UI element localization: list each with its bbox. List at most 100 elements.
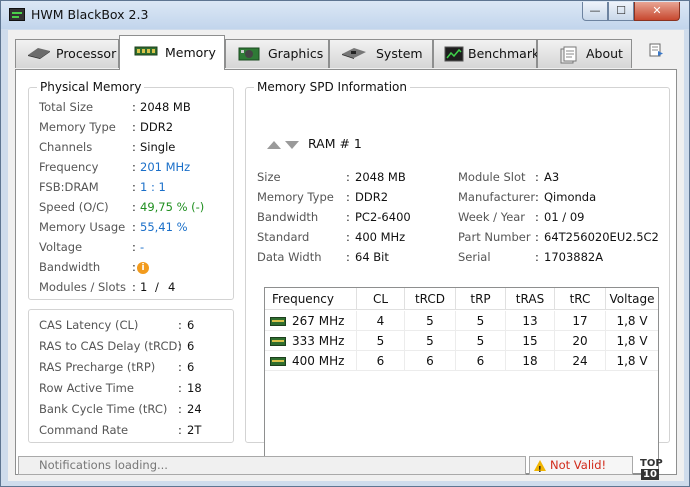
cpu-icon xyxy=(28,48,50,59)
row-sep: : xyxy=(132,180,136,194)
tab-processor[interactable]: Processor xyxy=(15,39,119,68)
motherboard-icon xyxy=(342,48,366,59)
tab-label: Benchmark xyxy=(468,46,540,61)
row-label: Total Size xyxy=(39,100,94,114)
row-label: Bandwidth xyxy=(39,260,101,274)
ram-prev-arrow-icon[interactable] xyxy=(267,141,281,149)
row-value: 400 MHz xyxy=(355,230,406,244)
cell-text: 400 MHz xyxy=(292,354,345,368)
row-label: Command Rate xyxy=(39,423,129,437)
cell-text: 267 MHz xyxy=(292,314,345,328)
row-label: Bandwidth xyxy=(257,210,319,224)
info-row: Speed (O/C) : 49,75 % (-) xyxy=(39,197,229,217)
row-label: Data Width xyxy=(257,250,322,264)
app-icon xyxy=(9,8,25,21)
timings-group: CAS Latency (CL) : 6 RAS to CAS Delay (t… xyxy=(28,309,234,443)
row-value: 2048 MB xyxy=(355,170,406,184)
row-sep: : xyxy=(535,250,539,264)
info-row: Memory Usage : 55,41 % xyxy=(39,217,229,237)
table-header[interactable]: Voltage xyxy=(606,288,658,310)
info-row: Memory Type : DDR2 xyxy=(257,187,447,207)
row-label: Memory Usage xyxy=(39,220,126,234)
row-value-2: 4 xyxy=(168,280,176,294)
row-value: 1 xyxy=(140,280,148,294)
table-header[interactable]: Frequency xyxy=(265,288,357,310)
info-row: Voltage : - xyxy=(39,237,229,257)
benchmark-chart-icon xyxy=(444,46,464,62)
row-value: 64T256020EU2.5C2 xyxy=(544,230,659,244)
table-cell: 5 xyxy=(405,311,456,331)
close-button[interactable]: ✕ xyxy=(634,2,680,21)
row-sep: : xyxy=(535,170,539,184)
row-label: Module Slot xyxy=(458,170,526,184)
memory-chip-icon xyxy=(270,317,286,326)
about-info-icon xyxy=(560,46,577,64)
table-cell: 1,8 V xyxy=(606,351,658,371)
info-row: Frequency : 201 MHz xyxy=(39,157,229,177)
tab-label: Memory xyxy=(165,45,216,60)
row-label: FSB:DRAM xyxy=(39,180,99,194)
export-report-icon[interactable] xyxy=(648,42,664,58)
row-label: CAS Latency (CL) xyxy=(39,318,139,332)
table-header[interactable]: tRCD xyxy=(405,288,456,310)
row-label: Standard xyxy=(257,230,310,244)
table-cell: 5 xyxy=(405,331,456,351)
row-label: Size xyxy=(257,170,281,184)
info-row: Modules / Slots : 1 / 4 xyxy=(39,277,229,297)
table-cell: 1,8 V xyxy=(606,331,658,351)
table-header[interactable]: tRAS xyxy=(506,288,555,310)
ram-next-arrow-icon[interactable] xyxy=(285,141,299,149)
table-cell: 18 xyxy=(506,351,555,371)
top10-logo[interactable]: TOP10 xyxy=(640,458,678,480)
info-row: RAS Precharge (tRP) : 6 xyxy=(39,357,229,377)
tab-benchmark[interactable]: Benchmark xyxy=(433,39,540,68)
row-label: Row Active Time xyxy=(39,381,134,395)
tab-strip: Processor Memory Graphics System Benchma… xyxy=(8,30,684,70)
row-value: 1 : 1 xyxy=(140,180,166,194)
client-area: Processor Memory Graphics System Benchma… xyxy=(8,30,684,481)
row-sep: : xyxy=(535,210,539,224)
info-row: Bank Cycle Time (tRC) : 24 xyxy=(39,399,229,419)
info-row: Data Width : 64 Bit xyxy=(257,247,447,267)
row-value: 55,41 % xyxy=(140,220,188,234)
info-row: Bandwidth : PC2-6400 xyxy=(257,207,447,227)
info-row: RAS to CAS Delay (tRCD) : 6 xyxy=(39,336,229,356)
row-sep: : xyxy=(346,230,350,244)
tab-graphics[interactable]: Graphics xyxy=(225,39,329,68)
row-value: 49,75 % (-) xyxy=(140,200,205,214)
row-sep: : xyxy=(535,190,539,204)
tab-about[interactable]: About xyxy=(537,39,632,68)
row-value: 6 xyxy=(187,360,195,374)
row-label: Memory Type xyxy=(39,120,116,134)
row-value: 6 xyxy=(187,339,195,353)
table-header[interactable]: CL xyxy=(357,288,405,310)
row-sep: : xyxy=(132,240,136,254)
row-sep: : xyxy=(346,190,350,204)
group-title: Memory SPD Information xyxy=(254,80,410,94)
tab-memory[interactable]: Memory xyxy=(119,35,225,70)
ram-selector: RAM # 1 xyxy=(267,136,377,156)
memory-panel: Physical Memory Total Size : 2048 MB Mem… xyxy=(15,69,677,475)
info-row: Manufacturer : Qimonda xyxy=(458,187,668,207)
row-sep: : xyxy=(132,140,136,154)
top10-text: TOP xyxy=(640,458,663,469)
spd-timings-table[interactable]: Frequency CL tRCD tRP tRAS tRC Voltage 2… xyxy=(264,287,659,474)
tab-label: System xyxy=(376,46,423,61)
info-row: Command Rate : 2T xyxy=(39,420,229,440)
row-label: Frequency xyxy=(39,160,99,174)
minimize-button[interactable]: — xyxy=(582,2,608,21)
table-cell: 5 xyxy=(456,311,506,331)
table-header[interactable]: tRC xyxy=(555,288,606,310)
validation-status[interactable]: Not Valid! xyxy=(529,456,633,478)
row-sep: : xyxy=(178,318,182,332)
row-label: RAS Precharge (tRP) xyxy=(39,360,156,374)
row-label: Channels xyxy=(39,140,93,154)
bandwidth-info-button[interactable]: i xyxy=(137,257,149,277)
table-header[interactable]: tRP xyxy=(456,288,506,310)
table-cell: 24 xyxy=(555,351,606,371)
title-bar[interactable]: HWM BlackBox 2.3 — ☐ ✕ xyxy=(1,1,689,29)
row-value: A3 xyxy=(544,170,560,184)
tab-system[interactable]: System xyxy=(329,39,433,68)
info-row: Standard : 400 MHz xyxy=(257,227,447,247)
maximize-button[interactable]: ☐ xyxy=(608,2,634,21)
